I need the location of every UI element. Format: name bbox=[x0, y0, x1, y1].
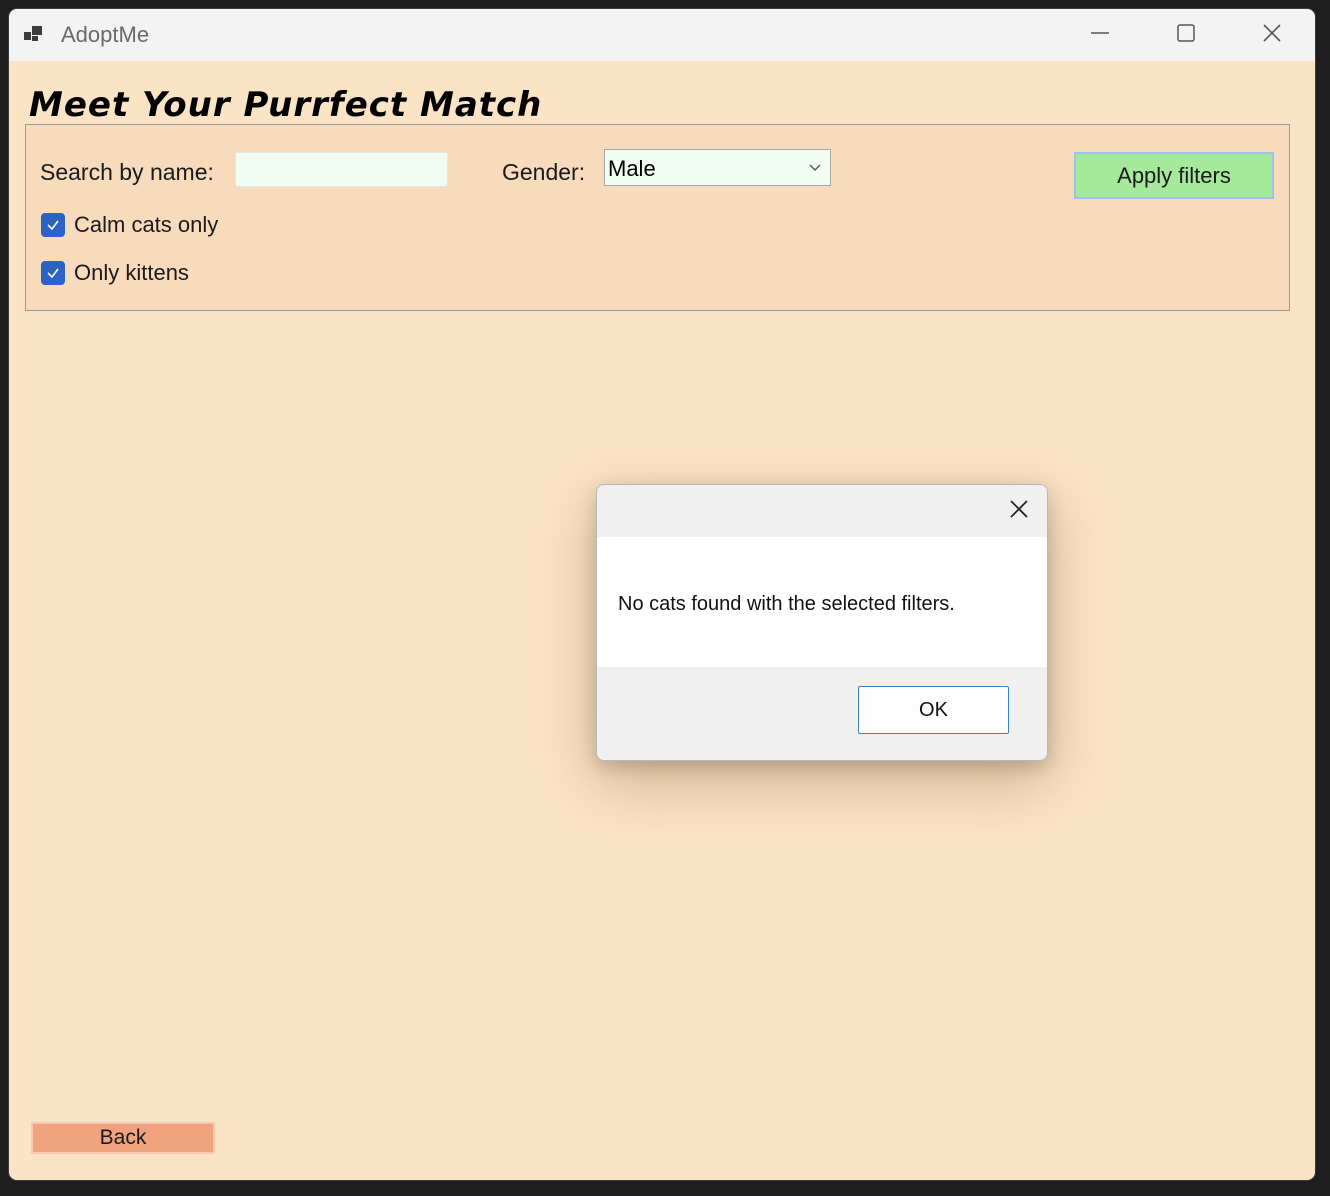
only-kittens-label: Only kittens bbox=[74, 260, 189, 285]
maximize-button[interactable] bbox=[1143, 9, 1229, 61]
filter-panel: Search by name: Gender: Male Apply filte… bbox=[25, 124, 1290, 311]
calm-cats-checkbox[interactable]: Calm cats only bbox=[41, 212, 218, 238]
dialog-message: No cats found with the selected filters. bbox=[618, 593, 955, 615]
page-title: Meet Your Purrfect Match bbox=[29, 85, 543, 125]
title-bar[interactable]: AdoptMe bbox=[9, 9, 1315, 61]
window-title: AdoptMe bbox=[61, 22, 150, 47]
app-icon bbox=[23, 23, 47, 47]
gender-selected-value: Male bbox=[608, 156, 656, 181]
gender-label: Gender: bbox=[502, 159, 586, 185]
ok-button[interactable]: OK bbox=[858, 686, 1009, 734]
minimize-button[interactable] bbox=[1057, 9, 1143, 61]
close-icon bbox=[1008, 498, 1030, 525]
search-input[interactable] bbox=[235, 152, 448, 187]
checkmark-icon[interactable] bbox=[41, 213, 65, 237]
maximize-icon bbox=[1175, 22, 1197, 49]
dialog-close-button[interactable] bbox=[1005, 497, 1033, 525]
close-button[interactable] bbox=[1229, 9, 1315, 61]
search-label: Search by name: bbox=[40, 159, 214, 185]
gender-dropdown[interactable]: Male bbox=[604, 149, 831, 186]
calm-cats-label: Calm cats only bbox=[74, 212, 219, 237]
dialog-body: No cats found with the selected filters. bbox=[597, 537, 1047, 667]
chevron-down-icon bbox=[808, 160, 822, 174]
only-kittens-checkbox[interactable]: Only kittens bbox=[41, 260, 189, 286]
dialog-title-bar[interactable] bbox=[597, 485, 1047, 537]
checkmark-icon[interactable] bbox=[41, 261, 65, 285]
apply-filters-button[interactable]: Apply filters bbox=[1074, 152, 1274, 199]
back-button[interactable]: Back bbox=[31, 1122, 215, 1154]
message-dialog: No cats found with the selected filters.… bbox=[596, 484, 1048, 761]
minimize-icon bbox=[1089, 22, 1111, 49]
close-icon bbox=[1261, 22, 1283, 49]
